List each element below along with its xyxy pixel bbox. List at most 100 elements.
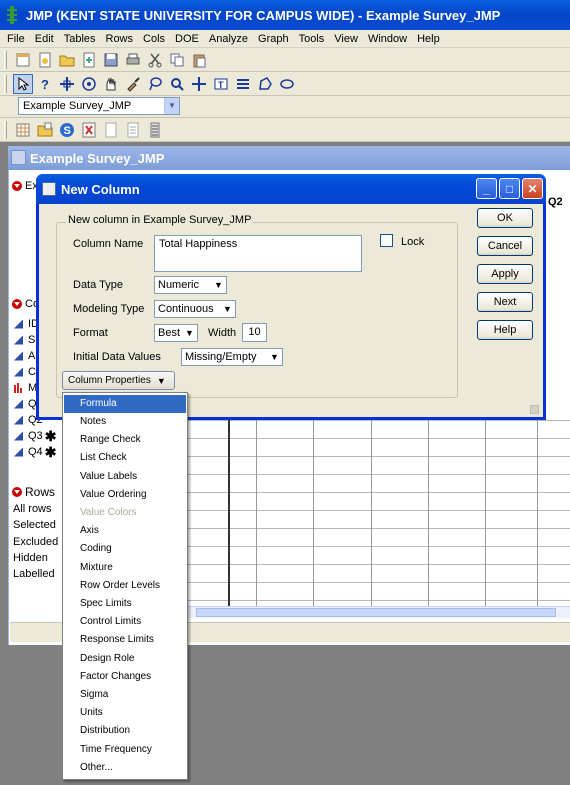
crosshair-tool-icon[interactable] [189, 74, 209, 94]
new-table-icon[interactable] [13, 50, 33, 70]
menu-window[interactable]: Window [363, 33, 412, 45]
menu-item-sigma[interactable]: Sigma [64, 686, 186, 704]
column-list-item[interactable]: Q [14, 398, 37, 410]
rows-panel-header[interactable]: Rows [12, 485, 55, 499]
maximize-button[interactable]: □ [499, 178, 520, 199]
polygon-tool-icon[interactable] [255, 74, 275, 94]
menu-tables[interactable]: Tables [59, 33, 101, 45]
menu-cols[interactable]: Cols [138, 33, 170, 45]
horizontal-scrollbar[interactable] [188, 606, 570, 618]
data-grid[interactable] [188, 420, 570, 606]
print-icon[interactable] [123, 50, 143, 70]
copy-icon[interactable] [167, 50, 187, 70]
toolbar-grip[interactable] [4, 50, 7, 69]
columns-panel-header[interactable]: Co [12, 298, 39, 310]
column-list-item[interactable]: M [14, 382, 37, 394]
menu-item-value-labels[interactable]: Value Labels [64, 468, 186, 486]
menu-item-distribution[interactable]: Distribution [64, 722, 186, 740]
script-s-icon[interactable]: S [57, 120, 77, 140]
column-list-item[interactable]: C [14, 366, 36, 378]
scroller-tool-icon[interactable] [79, 74, 99, 94]
column-list-item[interactable]: Q3 ✱ [14, 429, 56, 443]
journal-icon[interactable] [35, 120, 55, 140]
menu-item-formula[interactable]: Formula [64, 395, 186, 413]
next-button[interactable]: Next [477, 292, 533, 312]
oval-tool-icon[interactable] [277, 74, 297, 94]
menu-rows[interactable]: Rows [101, 33, 139, 45]
menu-edit[interactable]: Edit [30, 33, 59, 45]
format-select[interactable]: Best ▼ [154, 324, 198, 342]
toolbar-grip[interactable] [4, 120, 7, 139]
list-page-icon[interactable] [145, 120, 165, 140]
menu-help[interactable]: Help [412, 33, 445, 45]
menu-item-range-check[interactable]: Range Check [64, 431, 186, 449]
column-list-item[interactable]: Q4 ✱ [14, 445, 56, 459]
scrollbar-thumb[interactable] [196, 608, 556, 617]
help-button[interactable]: Help [477, 320, 533, 340]
menu-item-control-limits[interactable]: Control Limits [64, 613, 186, 631]
initial-values-select[interactable]: Missing/Empty ▼ [181, 348, 283, 366]
red-triangle-icon[interactable] [12, 299, 22, 309]
menu-doe[interactable]: DOE [170, 33, 204, 45]
menu-item-notes[interactable]: Notes [64, 413, 186, 431]
lock-checkbox[interactable] [380, 234, 393, 247]
arrow-tool-icon[interactable] [13, 73, 33, 94]
chevron-down-icon[interactable]: ▼ [211, 277, 226, 293]
menu-file[interactable]: File [2, 33, 30, 45]
data-table-icon[interactable] [13, 120, 33, 140]
open-folder-icon[interactable] [57, 50, 77, 70]
data-type-select[interactable]: Numeric ▼ [154, 276, 227, 294]
menu-item-factor-changes[interactable]: Factor Changes [64, 668, 186, 686]
table-selector[interactable]: Example Survey_JMP ▼ [18, 97, 180, 115]
grabber-tool-icon[interactable] [101, 74, 121, 94]
menu-graph[interactable]: Graph [253, 33, 294, 45]
menu-item-response-limits[interactable]: Response Limits [64, 631, 186, 649]
cancel-button[interactable]: Cancel [477, 236, 533, 256]
menu-item-spec-limits[interactable]: Spec Limits [64, 595, 186, 613]
modeling-type-select[interactable]: Continuous ▼ [154, 300, 236, 318]
line-tool-icon[interactable] [233, 74, 253, 94]
column-header-q2[interactable]: Q2 [548, 196, 563, 208]
menu-item-axis[interactable]: Axis [64, 522, 186, 540]
menu-item-design-role[interactable]: Design Role [64, 650, 186, 668]
ok-button[interactable]: OK [477, 208, 533, 228]
chevron-down-icon[interactable]: ▼ [267, 349, 282, 365]
selection-tool-icon[interactable] [57, 74, 77, 94]
text-page-icon[interactable] [123, 120, 143, 140]
menu-view[interactable]: View [329, 33, 363, 45]
column-name-input[interactable]: Total Happiness [154, 235, 362, 272]
menu-item-list-check[interactable]: List Check [64, 449, 186, 467]
close-button[interactable]: ✕ [522, 178, 543, 199]
paste-icon[interactable] [189, 50, 209, 70]
column-properties-button[interactable]: Column Properties ▼ [62, 371, 175, 390]
save-icon[interactable] [101, 50, 121, 70]
minimize-button[interactable]: _ [476, 178, 497, 199]
column-list-item[interactable]: S [14, 334, 35, 346]
help-tool-icon[interactable]: ? [35, 74, 55, 94]
cut-icon[interactable] [145, 50, 165, 70]
menu-analyze[interactable]: Analyze [204, 33, 253, 45]
chevron-down-icon[interactable]: ▼ [220, 301, 235, 317]
red-triangle-icon[interactable] [12, 487, 22, 497]
menu-item-coding[interactable]: Coding [64, 540, 186, 558]
width-input[interactable]: 10 [242, 323, 267, 342]
lasso-tool-icon[interactable] [145, 74, 165, 94]
menu-item-time-frequency[interactable]: Time Frequency [64, 741, 186, 759]
apply-button[interactable]: Apply [477, 264, 533, 284]
toolbar-grip[interactable] [4, 74, 7, 93]
red-triangle-icon[interactable] [12, 181, 22, 191]
menu-item-mixture[interactable]: Mixture [64, 559, 186, 577]
resize-grip-icon[interactable] [530, 405, 539, 414]
import-icon[interactable] [79, 50, 99, 70]
report-icon[interactable] [79, 120, 99, 140]
chevron-down-icon[interactable]: ▼ [164, 98, 179, 114]
chevron-down-icon[interactable]: ▼ [182, 325, 197, 341]
annotate-tool-icon[interactable]: T [211, 74, 231, 94]
magnifier-tool-icon[interactable] [167, 74, 187, 94]
menu-item-other[interactable]: Other... [64, 759, 186, 777]
menu-item-row-order-levels[interactable]: Row Order Levels [64, 577, 186, 595]
blank-page-icon[interactable] [101, 120, 121, 140]
table-panel-header[interactable]: Ex [12, 180, 38, 192]
menu-item-value-ordering[interactable]: Value Ordering [64, 486, 186, 504]
column-list-item[interactable]: A [14, 350, 35, 362]
